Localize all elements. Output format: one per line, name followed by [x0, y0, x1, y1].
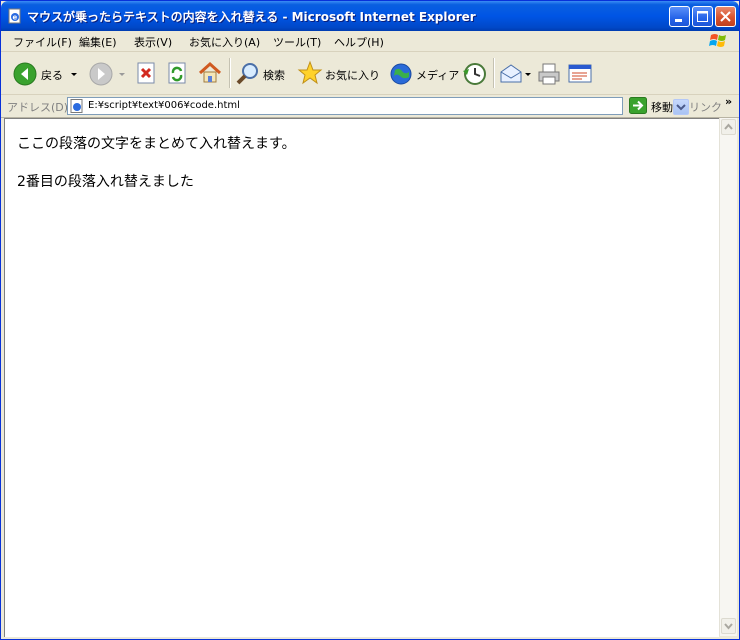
toolbar-separator	[229, 58, 231, 88]
home-icon[interactable]	[197, 60, 223, 86]
toolbar-separator	[493, 58, 495, 88]
maximize-icon	[697, 11, 708, 22]
ie-page-icon	[70, 99, 83, 113]
standard-toolbar: 戻る 検索 お気に入り メディア	[1, 52, 739, 95]
menu-view[interactable]: 表示(V)	[134, 34, 172, 50]
browser-window: e マウスが乗ったらテキストの内容を入れ替える - Microsoft Inte…	[0, 0, 740, 640]
favorites-label[interactable]: お気に入り	[325, 67, 380, 83]
edit-page-icon[interactable]	[567, 62, 593, 86]
ie-page-icon: e	[8, 8, 21, 24]
back-dropdown-icon[interactable]	[71, 73, 77, 76]
stop-icon[interactable]	[136, 62, 158, 86]
back-arrow-icon[interactable]	[13, 62, 37, 86]
chevron-down-icon	[724, 623, 733, 630]
minimize-button[interactable]	[669, 6, 690, 27]
favorites-star-icon[interactable]	[297, 60, 323, 86]
menu-favorites[interactable]: お気に入り(A)	[189, 34, 260, 50]
forward-dropdown-icon[interactable]	[119, 73, 125, 76]
paragraph-1: ここの段落の文字をまとめて入れ替えます。	[17, 136, 296, 152]
window-title: マウスが乗ったらテキストの内容を入れ替える - Microsoft Intern…	[27, 10, 476, 24]
paragraph-2: 2番目の段落入れ替えました	[17, 174, 194, 190]
menu-tools[interactable]: ツール(T)	[273, 34, 321, 50]
page-content: ここの段落の文字をまとめて入れ替えます。 2番目の段落入れ替えました	[4, 118, 719, 637]
forward-arrow-icon[interactable]	[89, 62, 113, 86]
windows-logo-icon	[709, 34, 726, 47]
refresh-icon[interactable]	[167, 62, 189, 86]
chevron-up-icon	[724, 123, 733, 130]
back-label[interactable]: 戻る	[41, 67, 63, 83]
address-input[interactable]: E:¥script¥text¥006¥code.html	[67, 97, 689, 115]
mail-icon[interactable]	[499, 62, 525, 86]
print-icon[interactable]	[536, 61, 562, 87]
minimize-icon	[675, 19, 682, 22]
close-icon	[720, 11, 731, 22]
history-icon[interactable]	[461, 61, 487, 87]
scroll-up-button[interactable]	[721, 119, 736, 135]
address-label: アドレス(D)	[7, 101, 69, 114]
menu-bar: ファイル(F) 編集(E) 表示(V) お気に入り(A) ツール(T) ヘルプ(…	[1, 31, 739, 52]
address-value: E:¥script¥text¥006¥code.html	[88, 100, 240, 111]
chevron-down-icon	[676, 104, 686, 111]
vertical-scrollbar[interactable]	[719, 118, 737, 636]
media-label[interactable]: メディア	[416, 67, 459, 83]
svg-text:e: e	[13, 14, 18, 22]
address-dropdown-button[interactable]	[673, 99, 689, 115]
menu-file[interactable]: ファイル(F)	[13, 34, 72, 50]
go-button-label[interactable]: 移動	[651, 99, 673, 115]
search-label[interactable]: 検索	[263, 67, 285, 83]
title-bar[interactable]: e マウスが乗ったらテキストの内容を入れ替える - Microsoft Inte…	[1, 1, 739, 31]
search-icon[interactable]	[235, 61, 261, 87]
mail-dropdown-icon[interactable]	[525, 73, 531, 76]
menu-help[interactable]: ヘルプ(H)	[334, 34, 384, 50]
media-globe-icon[interactable]	[389, 61, 415, 87]
links-chevron-icon[interactable]: »	[725, 95, 732, 108]
menu-edit[interactable]: 編集(E)	[79, 34, 117, 50]
go-arrow-icon[interactable]	[629, 97, 647, 114]
close-button[interactable]	[715, 6, 736, 27]
maximize-button[interactable]	[692, 6, 713, 27]
scroll-down-button[interactable]	[721, 618, 736, 634]
links-label[interactable]: リンク	[689, 99, 722, 115]
address-bar: アドレス(D) E:¥script¥text¥006¥code.html 移動 …	[1, 95, 739, 118]
